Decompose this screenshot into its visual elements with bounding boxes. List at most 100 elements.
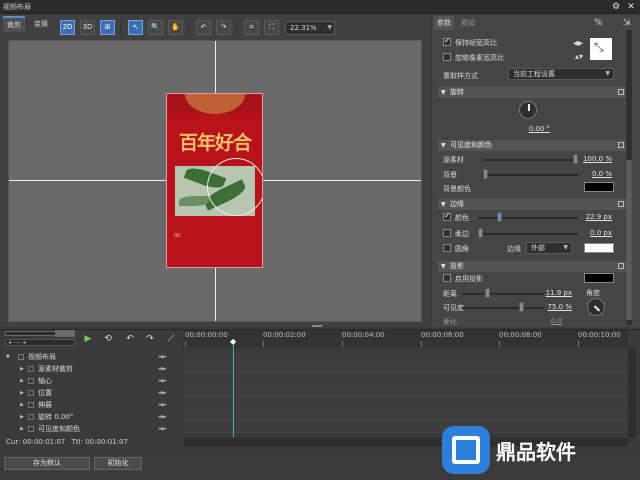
track-enable-box[interactable] xyxy=(28,414,34,420)
track-row[interactable]: ▶ 源素材裁剪 ◂◆▸ xyxy=(0,363,183,375)
select-pointer-button[interactable]: ↖ xyxy=(128,20,143,35)
2d-mode-button[interactable]: 2D xyxy=(60,20,75,35)
reset-button[interactable]: 初始化 xyxy=(94,457,142,470)
keyframe-nav-icon[interactable]: ◂◆▸ xyxy=(158,411,167,423)
playhead-line[interactable] xyxy=(233,345,234,437)
tab-crop[interactable]: 裁剪 xyxy=(3,16,25,32)
border-color-swatch[interactable] xyxy=(584,243,614,253)
track-enable-box[interactable] xyxy=(28,366,34,372)
rotation-section-header[interactable]: ▼ 旋转 xyxy=(438,87,626,98)
enable-shadow-checkbox[interactable] xyxy=(443,274,451,282)
track-row[interactable]: ▶ 可见度和颜色 ◂◆▸ xyxy=(0,423,183,435)
timeline-scroll[interactable]: ◂ ---- ▸ xyxy=(5,339,75,346)
soft-edge-slider-track[interactable] xyxy=(478,233,578,235)
distance-slider-thumb[interactable] xyxy=(485,288,490,298)
keyframe-toggle-icon[interactable] xyxy=(618,263,624,269)
ignore-pixel-ratio-checkbox[interactable] xyxy=(443,53,451,61)
source-slider-thumb[interactable] xyxy=(573,154,578,164)
tab-transform[interactable]: 变换 xyxy=(30,16,52,32)
keyframe-toggle-icon[interactable] xyxy=(618,142,624,148)
round-corner-checkbox[interactable] xyxy=(443,244,451,252)
video-clip-preview[interactable]: 百年好合 ∞ xyxy=(166,93,263,268)
keyframe-toggle-icon[interactable] xyxy=(618,89,624,95)
keep-ratio-checkbox[interactable] xyxy=(443,36,451,46)
soft-edge-checkbox[interactable] xyxy=(443,229,451,237)
params-scrollbar-thumb[interactable] xyxy=(626,160,632,320)
grid-button[interactable]: ⊞ xyxy=(100,20,115,35)
track-enable-box[interactable] xyxy=(28,426,34,432)
track-row[interactable]: ▶ 旋转 0.00° ◂◆▸ xyxy=(0,411,183,423)
keyframe-nav-icon[interactable]: ◂◆▸ xyxy=(158,387,167,399)
percent-icon[interactable]: % xyxy=(594,18,603,28)
fullscreen-button[interactable]: ⛶ xyxy=(264,20,279,35)
keyframe-nav-icon[interactable]: ◂◆▸ xyxy=(158,399,167,411)
zoom-select[interactable]: 22.31% ▼ xyxy=(285,21,335,35)
track-lane[interactable] xyxy=(184,351,628,363)
tab-presets[interactable]: 预设 xyxy=(458,16,478,30)
blur-value[interactable]: 0.0 xyxy=(540,317,562,325)
border-width-slider-track[interactable] xyxy=(478,217,578,219)
visibility-section-header[interactable]: ▼ 可见度和颜色 xyxy=(438,140,626,151)
track-enable-box[interactable] xyxy=(28,402,34,408)
gear-icon[interactable]: ⚙ xyxy=(610,1,622,13)
border-width-value[interactable]: 22.9 px xyxy=(580,213,612,221)
track-enable-box[interactable] xyxy=(18,354,24,360)
background-value[interactable]: 0.0 % xyxy=(580,170,612,178)
play-icon[interactable]: ▶ xyxy=(82,333,94,345)
pin-icon[interactable]: ⇲ xyxy=(623,18,631,28)
shadow-color-swatch[interactable] xyxy=(584,273,614,283)
keyframe-nav-icon[interactable]: ◂◆▸ xyxy=(158,351,167,363)
keyframe-toggle-icon[interactable] xyxy=(618,201,624,207)
timeline-zoom-thumb[interactable] xyxy=(55,330,75,337)
undo-icon[interactable]: ↶ xyxy=(124,333,136,345)
shadow-angle-dial[interactable] xyxy=(587,298,605,316)
redo-icon[interactable]: ↷ xyxy=(144,333,156,345)
source-value[interactable]: 100.0 % xyxy=(580,155,612,163)
background-slider-thumb[interactable] xyxy=(483,169,488,179)
source-slider-track[interactable] xyxy=(483,159,578,161)
bgcolor-swatch[interactable] xyxy=(584,182,614,192)
track-row-parent[interactable]: ▼ 视频布局 ◂◆▸ xyxy=(4,351,187,363)
border-section-header[interactable]: ▼ 边缘 xyxy=(438,199,626,210)
horizontal-arrows-icon[interactable]: ◂▸ xyxy=(573,38,583,49)
track-lane[interactable] xyxy=(184,387,628,399)
3d-mode-button[interactable]: 3D xyxy=(80,20,95,35)
track-row[interactable]: ▶ 伸展 ◂◆▸ xyxy=(0,399,183,411)
keyframe-nav-icon[interactable]: ◂◆▸ xyxy=(158,423,167,435)
timeline-ruler[interactable] xyxy=(183,330,628,348)
save-default-button[interactable]: 存为默认 xyxy=(4,457,90,470)
loop-icon[interactable]: ⟲ xyxy=(102,333,114,345)
vertical-arrows-icon[interactable]: ▴▾ xyxy=(575,52,583,61)
track-lane[interactable] xyxy=(184,375,628,387)
track-lane[interactable] xyxy=(184,399,628,411)
resample-select[interactable]: 当前工程设置 ▼ xyxy=(508,68,614,80)
close-icon[interactable]: ✕ xyxy=(625,1,637,13)
zoom-magnifier-button[interactable]: 🔍 xyxy=(148,20,163,35)
soft-edge-value[interactable]: 0.0 px xyxy=(580,229,612,237)
keyframe-nav-icon[interactable]: ◂◆▸ xyxy=(158,363,167,375)
splitter-handle[interactable] xyxy=(312,325,322,327)
distance-value[interactable]: 11.9 px xyxy=(540,289,572,297)
track-enable-box[interactable] xyxy=(28,378,34,384)
pan-hand-button[interactable]: ✋ xyxy=(168,20,183,35)
rotation-dial[interactable] xyxy=(519,101,537,119)
border-width-slider-thumb[interactable] xyxy=(497,212,502,222)
shadow-visibility-slider-thumb[interactable] xyxy=(519,302,524,312)
tab-params[interactable]: 参数 xyxy=(434,16,454,30)
background-slider-track[interactable] xyxy=(483,174,578,176)
track-enable-box[interactable] xyxy=(28,390,34,396)
edge-position-select[interactable]: 外部 ▼ xyxy=(526,242,572,254)
rotation-value[interactable]: 0.00 ° xyxy=(508,125,550,133)
distance-slider-track[interactable] xyxy=(462,293,544,295)
graph-icon[interactable]: ⟋ xyxy=(165,333,177,345)
track-row[interactable]: ▶ 位置 ◂◆▸ xyxy=(0,387,183,399)
shadow-visibility-value[interactable]: 75.0 % xyxy=(540,303,572,311)
border-color-checkbox[interactable] xyxy=(443,211,451,221)
track-lane[interactable] xyxy=(184,363,628,375)
shadow-section-header[interactable]: ▼ 投影 xyxy=(438,261,626,272)
undo-button[interactable]: ↶ xyxy=(196,20,211,35)
redo-button[interactable]: ↷ xyxy=(216,20,231,35)
soft-edge-slider-thumb[interactable] xyxy=(478,228,483,238)
track-row[interactable]: ▶ 轴心 ◂◆▸ xyxy=(0,375,183,387)
shadow-visibility-slider-track[interactable] xyxy=(462,307,544,309)
